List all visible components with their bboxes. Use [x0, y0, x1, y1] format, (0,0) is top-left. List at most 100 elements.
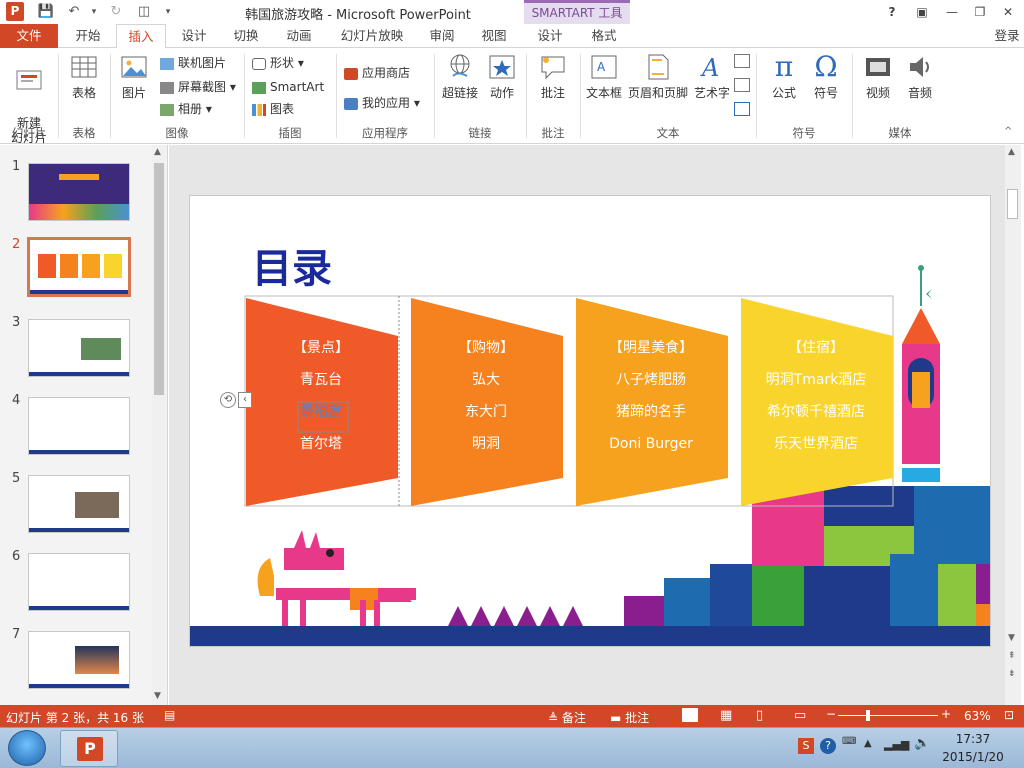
scroll-down-icon[interactable]: ▼ — [1008, 633, 1015, 643]
slideshow-view-icon[interactable]: ▭ — [794, 708, 806, 723]
screenshot-button[interactable]: 屏幕截图 ▾ — [160, 78, 236, 96]
date-time-icon[interactable] — [734, 54, 750, 68]
object-icon[interactable] — [734, 102, 750, 116]
scroll-down-icon[interactable]: ▼ — [154, 691, 161, 701]
audio-button[interactable]: 音频 — [900, 52, 940, 101]
slide-thumbnail-6[interactable] — [28, 553, 130, 611]
column-item[interactable]: 东大门 — [411, 396, 561, 428]
column-item[interactable]: 景福宫 — [246, 396, 396, 428]
symbol-button[interactable]: Ω 符号 — [806, 52, 846, 101]
zoom-slider-thumb[interactable] — [866, 710, 870, 721]
zoom-level[interactable]: 63% — [964, 709, 991, 723]
slide-thumbnail-2[interactable] — [27, 237, 131, 297]
photo-album-button[interactable]: 相册 ▾ — [160, 100, 212, 118]
smartart-button[interactable]: SmartArt — [252, 78, 324, 96]
column-item[interactable]: 明洞 — [411, 428, 561, 460]
help-tray-icon[interactable]: ? — [820, 738, 836, 754]
column-heading[interactable]: 【景点】 — [246, 332, 396, 364]
tab-home[interactable]: 开始 — [62, 24, 114, 48]
column-heading[interactable]: 【购物】 — [411, 332, 561, 364]
reading-view-icon[interactable]: ▯ — [756, 708, 763, 723]
column-item[interactable]: 猪蹄的名手 — [576, 396, 726, 428]
minimize-icon[interactable]: — — [940, 3, 964, 21]
scrollbar-thumb[interactable] — [1007, 189, 1018, 219]
wordart-button[interactable]: A 艺术字 — [692, 52, 732, 101]
sogou-input-icon[interactable]: S — [798, 738, 814, 754]
normal-view-icon[interactable] — [682, 708, 698, 722]
restore-icon[interactable]: ❐ — [968, 3, 992, 21]
column-heading[interactable]: 【住宿】 — [741, 332, 891, 364]
shapes-button[interactable]: 形状 ▾ — [252, 54, 304, 72]
taskbar-powerpoint-button[interactable]: P — [60, 730, 118, 767]
tab-review[interactable]: 审阅 — [418, 24, 466, 48]
zoom-in-icon[interactable]: + — [941, 707, 951, 721]
column-item[interactable]: 八子烤肥肠 — [576, 364, 726, 396]
slide-number-icon[interactable] — [734, 78, 750, 92]
tab-insert[interactable]: 插入 — [116, 24, 166, 49]
online-pictures-button[interactable]: 联机图片 — [160, 54, 226, 72]
slide-thumbnail-1[interactable] — [28, 163, 130, 221]
table-button[interactable]: 表格 — [62, 52, 106, 101]
tray-keyboard-icon[interactable]: ⌨ — [842, 736, 856, 747]
column-item[interactable]: 弘大 — [411, 364, 561, 396]
action-button[interactable]: 动作 — [484, 52, 520, 101]
tab-smartart-format[interactable]: 格式 — [580, 24, 628, 48]
previous-slide-icon[interactable]: ⇞ — [1008, 651, 1016, 661]
tab-smartart-design[interactable]: 设计 — [526, 24, 574, 48]
close-icon[interactable]: ✕ — [996, 3, 1020, 21]
store-button[interactable]: 应用商店 — [344, 64, 410, 82]
comment-button[interactable]: 批注 — [532, 52, 574, 101]
picture-button[interactable]: 图片 — [114, 52, 154, 101]
slide-thumbnail-7[interactable] — [28, 631, 130, 689]
clock-date[interactable]: 2015/1/20 — [938, 750, 1008, 764]
editor-scrollbar[interactable]: ▲ ▼ ⇞ ⇟ — [1005, 145, 1021, 705]
column-item[interactable]: 青瓦台 — [246, 364, 396, 396]
notes-button[interactable]: ≜ 备注 — [548, 709, 586, 726]
clock-time[interactable]: 17:37 — [938, 732, 1008, 746]
collapse-ribbon-icon[interactable]: ^ — [1004, 126, 1012, 137]
slide-thumbnail-3[interactable] — [28, 319, 130, 377]
zoom-slider[interactable] — [838, 715, 938, 716]
column-item[interactable]: Doni Burger — [576, 428, 726, 460]
column-heading[interactable]: 【明星美食】 — [576, 332, 726, 364]
tab-transitions[interactable]: 切换 — [222, 24, 270, 48]
windows-start-icon[interactable] — [8, 730, 46, 766]
scrollbar-thumb[interactable] — [154, 163, 164, 395]
slide-thumbnail-4[interactable] — [28, 397, 130, 455]
sign-in-link[interactable]: 登录 — [990, 24, 1024, 48]
scroll-up-icon[interactable]: ▲ — [1008, 147, 1015, 157]
comments-button[interactable]: ▬ 批注 — [610, 709, 649, 726]
column-item[interactable]: 首尔塔 — [246, 428, 396, 460]
column-item[interactable]: 明洞Tmark酒店 — [741, 364, 891, 396]
spelling-check-icon[interactable]: ▤ — [164, 708, 175, 722]
equation-button[interactable]: π 公式 — [764, 52, 804, 101]
fit-to-window-icon[interactable]: ⊡ — [1004, 708, 1014, 722]
column-item[interactable]: 希尔顿千禧酒店 — [741, 396, 891, 428]
video-button[interactable]: 视频 — [858, 52, 898, 101]
slide-thumbnail-5[interactable] — [28, 475, 130, 533]
rotate-handle-icon[interactable]: ⟲ — [220, 392, 236, 408]
slide-canvas[interactable]: 目录 ⟲ ‹ 【景点】 青瓦台 景福宫 首尔塔 【购物】 弘大 东大门 明洞 【… — [190, 196, 990, 646]
help-button[interactable]: ? — [880, 3, 904, 21]
zoom-out-icon[interactable]: − — [826, 707, 836, 721]
textbox-button[interactable]: A 文本框 — [584, 52, 624, 101]
ribbon-display-options-icon[interactable]: ▣ — [910, 3, 934, 21]
tab-design[interactable]: 设计 — [170, 24, 218, 48]
column-item[interactable]: 乐天世界酒店 — [741, 428, 891, 460]
tab-slideshow[interactable]: 幻灯片放映 — [330, 24, 414, 48]
hyperlink-button[interactable]: 超链接 — [438, 52, 482, 101]
chart-button[interactable]: 图表 — [252, 100, 294, 118]
my-apps-button[interactable]: 我的应用 ▾ — [344, 94, 420, 112]
network-icon[interactable]: ▂▄▆ — [884, 738, 909, 751]
scroll-up-icon[interactable]: ▲ — [154, 147, 161, 157]
show-hidden-icons[interactable]: ▲ — [864, 738, 872, 749]
thumbnails-scrollbar[interactable]: ▲ ▼ — [152, 145, 166, 705]
slide-sorter-icon[interactable]: ▦ — [720, 708, 732, 723]
tab-animations[interactable]: 动画 — [274, 24, 324, 48]
next-slide-icon[interactable]: ⇟ — [1008, 669, 1016, 679]
header-footer-button[interactable]: 页眉和页脚 — [626, 52, 690, 101]
volume-icon[interactable]: 🔈 — [914, 736, 930, 751]
tab-view[interactable]: 视图 — [470, 24, 518, 48]
new-slide-icon — [14, 67, 44, 97]
tab-file[interactable]: 文件 — [0, 24, 58, 48]
